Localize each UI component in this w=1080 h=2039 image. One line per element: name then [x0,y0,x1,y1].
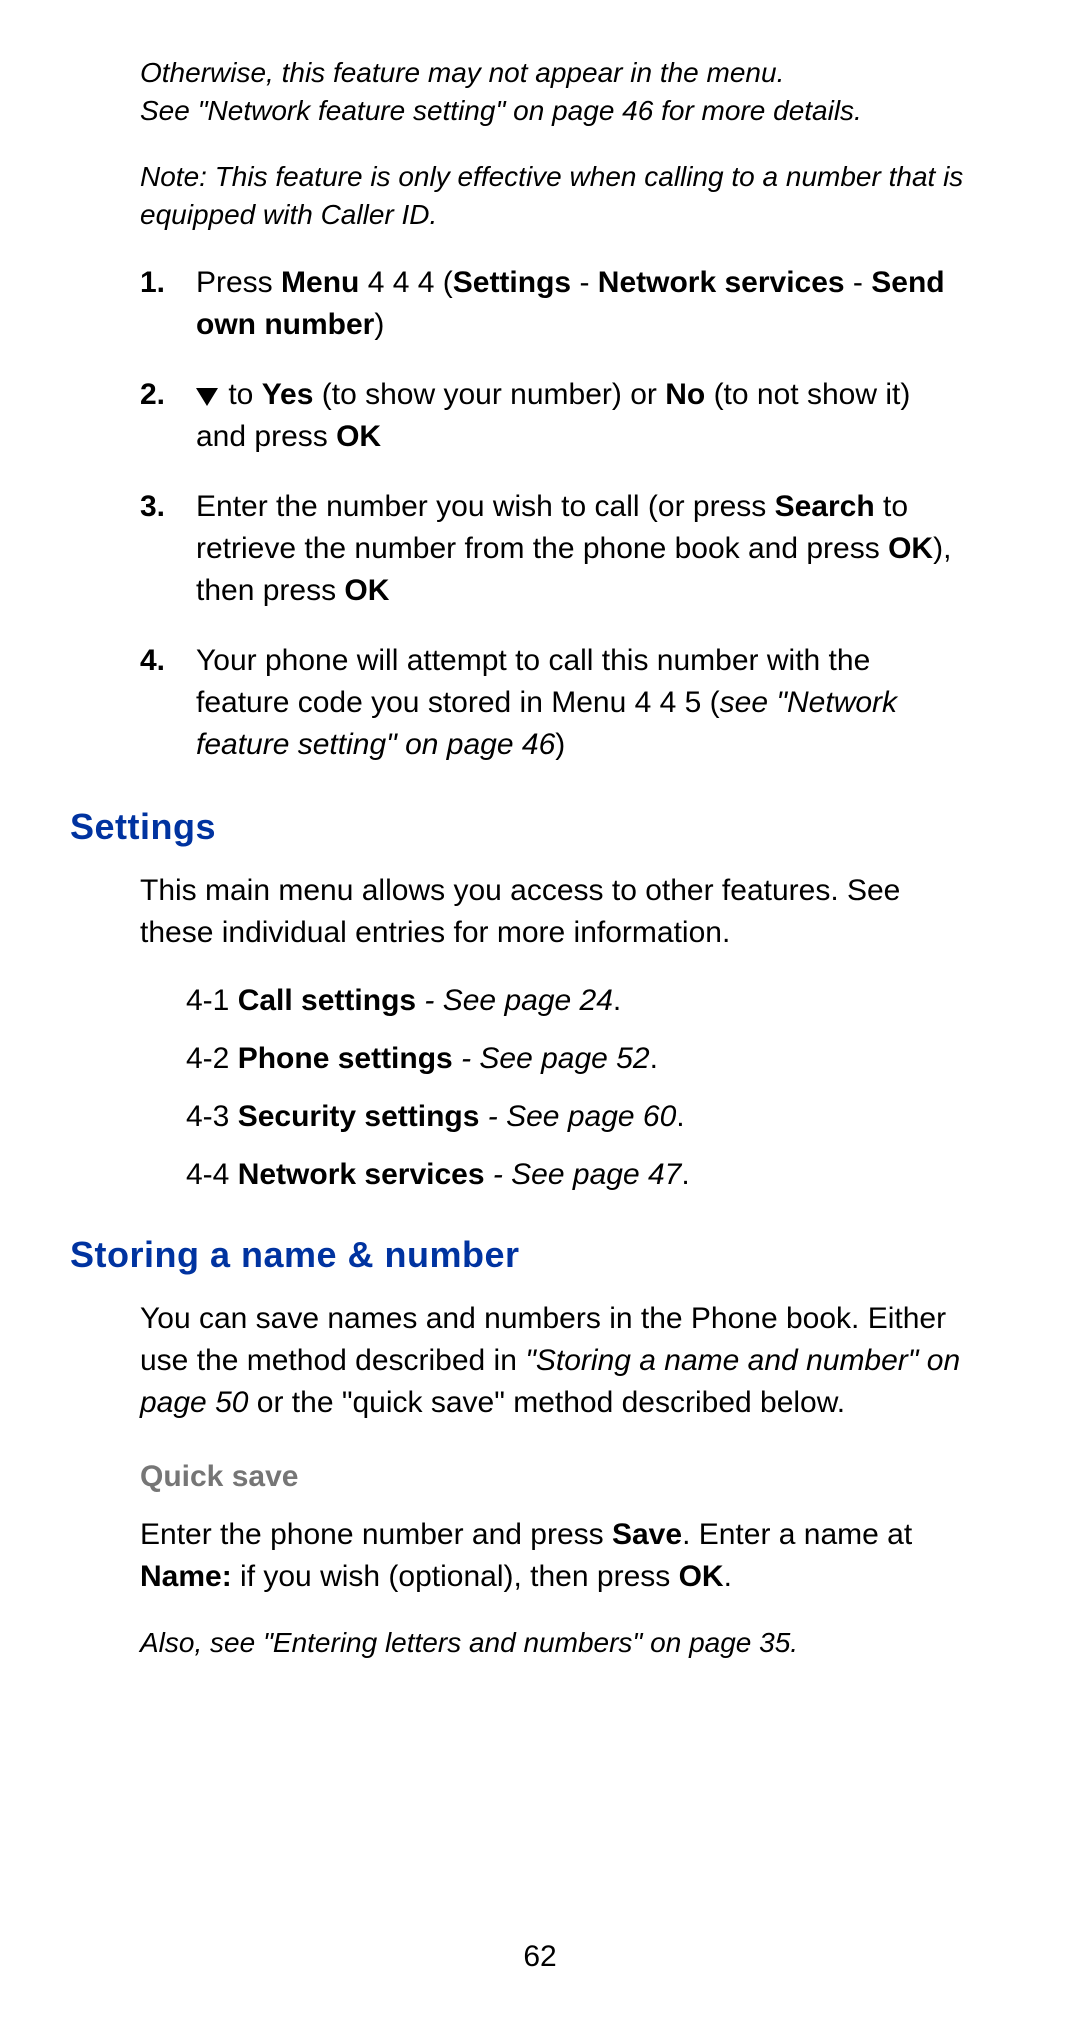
numbered-steps: 1. Press Menu 4 4 4 (Settings - Network … [140,262,968,766]
item-title: Phone settings [238,1042,453,1075]
step-body: Enter the number you wish to call (or pr… [196,486,968,612]
step-number: 2. [140,374,196,458]
step-body: Your phone will attempt to call this num… [196,640,968,766]
step-number: 4. [140,640,196,766]
text: if you wish (optional), then press [232,1560,679,1593]
step-body: Press Menu 4 4 4 (Settings - Network ser… [196,262,968,346]
step-3: 3. Enter the number you wish to call (or… [140,486,968,612]
step-1: 1. Press Menu 4 4 4 (Settings - Network … [140,262,968,346]
ok-key: OK [336,420,381,453]
heading-quick-save: Quick save [140,1460,968,1494]
option-yes: Yes [262,378,314,411]
cross-ref: - See page 52 [453,1042,650,1075]
item-number: 4-2 [186,1042,238,1075]
heading-settings: Settings [70,806,968,848]
dot: . [613,984,621,1017]
step-2: 2. to Yes (to show your number) or No (t… [140,374,968,458]
menu-path-settings: Settings [453,266,571,299]
settings-item-4: 4-4 Network services - See page 47. [186,1154,968,1196]
page-number: 62 [0,1940,1080,1974]
dot: . [676,1100,684,1133]
intro-note: Note: This feature is only effective whe… [140,158,968,234]
intro-line1: Otherwise, this feature may not appear i… [140,57,784,88]
text: ) [374,308,384,341]
ok-key: OK [344,574,389,607]
ok-key: OK [888,532,933,565]
storing-intro: You can save names and numbers in the Ph… [140,1298,968,1424]
name-prompt: Name: [140,1560,232,1593]
text: Press [196,266,281,299]
heading-storing: Storing a name & number [70,1234,968,1276]
intro-otherwise: Otherwise, this feature may not appear i… [140,54,968,130]
item-title: Security settings [238,1100,480,1133]
step-body: to Yes (to show your number) or No (to n… [196,374,968,458]
settings-item-2: 4-2 Phone settings - See page 52. [186,1038,968,1080]
cross-ref: - See page 24 [416,984,613,1017]
item-number: 4-3 [186,1100,238,1133]
text: 4 4 4 ( [359,266,452,299]
text: (to show your number) or [313,378,665,411]
cross-ref: - See page 47 [485,1158,682,1191]
settings-sublist: 4-1 Call settings - See page 24. 4-2 Pho… [186,980,968,1196]
dot: . [681,1158,689,1191]
cross-ref: - See page 60 [479,1100,676,1133]
text: - [571,266,598,299]
settings-item-1: 4-1 Call settings - See page 24. [186,980,968,1022]
item-title: Network services [238,1158,485,1191]
intro-line2: See "Network feature setting" on page 46… [140,95,862,126]
item-number: 4-1 [186,984,238,1017]
menu-path-network: Network services [598,266,845,299]
text: Enter the phone number and press [140,1518,612,1551]
text: Enter the number you wish to call (or pr… [196,490,775,523]
text: or the "quick save" method described bel… [248,1386,845,1419]
quick-save-body: Enter the phone number and press Save. E… [140,1514,968,1598]
step-number: 3. [140,486,196,612]
also-see: Also, see "Entering letters and numbers"… [140,1624,968,1662]
text: - [845,266,872,299]
manual-page: Otherwise, this feature may not appear i… [140,54,968,1662]
menu-key: Menu [281,266,359,299]
step-4: 4. Your phone will attempt to call this … [140,640,968,766]
ok-key: OK [679,1560,724,1593]
settings-intro: This main menu allows you access to othe… [140,870,968,954]
step-number: 1. [140,262,196,346]
option-no: No [665,378,705,411]
text: . Enter a name at [682,1518,912,1551]
item-title: Call settings [238,984,416,1017]
text: to [220,378,262,411]
item-number: 4-4 [186,1158,238,1191]
settings-item-3: 4-3 Security settings - See page 60. [186,1096,968,1138]
dot: . [650,1042,658,1075]
save-key: Save [612,1518,682,1551]
text: . [724,1560,732,1593]
search-key: Search [775,490,875,523]
down-arrow-icon [196,388,218,406]
text: ) [555,728,565,761]
